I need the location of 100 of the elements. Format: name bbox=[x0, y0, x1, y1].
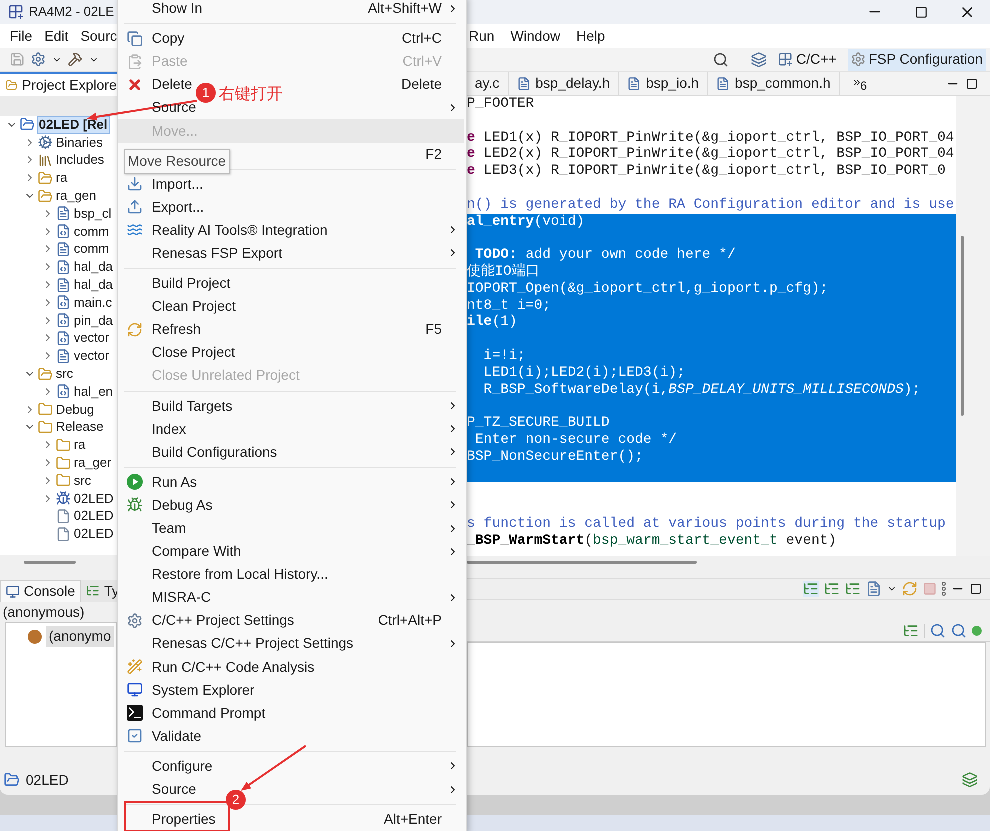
tree-item[interactable]: vector bbox=[73, 348, 110, 364]
document-icon bbox=[56, 508, 71, 524]
menu-item[interactable]: Renesas C/C++ Project Settings bbox=[152, 633, 354, 654]
menu-item[interactable]: Copy bbox=[152, 28, 185, 50]
menu-item[interactable]: Export... bbox=[152, 196, 204, 218]
menu-item[interactable]: File bbox=[10, 26, 33, 46]
tree-item[interactable]: 02LED bbox=[73, 490, 115, 507]
delete-icon bbox=[127, 76, 143, 93]
menu-item[interactable]: Run bbox=[469, 26, 495, 46]
tree-item[interactable]: ra bbox=[73, 437, 87, 454]
tree-item[interactable]: ra bbox=[55, 170, 69, 186]
grid-icon bbox=[778, 52, 794, 67]
more-tabs-button[interactable]: »6 bbox=[854, 72, 868, 94]
tree-item[interactable]: Includes bbox=[55, 152, 106, 168]
menu-item[interactable]: Window bbox=[510, 26, 560, 46]
code-editor[interactable] bbox=[467, 96, 956, 556]
hammer-icon[interactable] bbox=[68, 52, 83, 67]
search-icon[interactable] bbox=[713, 52, 730, 68]
menu-item[interactable]: MISRA-C bbox=[152, 587, 212, 608]
tree-item[interactable]: (anonymo bbox=[46, 626, 114, 647]
source-folder-icon bbox=[38, 188, 53, 204]
menu-item[interactable]: Build Project bbox=[152, 273, 231, 294]
code-line: e LED3(x) R_IOPORT_PinWrite(&g_ioport_ctrl, BSP_IO_PORT_0 bbox=[467, 163, 946, 180]
menu-item[interactable]: Clean Project bbox=[152, 296, 236, 318]
maximize-icon[interactable] bbox=[966, 78, 978, 90]
menu-item[interactable]: Team bbox=[152, 518, 186, 540]
menu-item[interactable]: Reality AI Tools® Integration bbox=[152, 220, 328, 241]
tree-item[interactable]: Debug bbox=[55, 402, 96, 418]
menu-item[interactable]: Refresh bbox=[152, 319, 202, 340]
tree-item[interactable]: hal_da bbox=[73, 259, 114, 276]
enum-icon bbox=[28, 630, 42, 644]
menu-item[interactable]: System Explorer bbox=[152, 680, 255, 701]
menu-item[interactable]: Source bbox=[152, 779, 196, 800]
menu-item[interactable]: Help bbox=[576, 26, 606, 46]
tree-item[interactable]: vector bbox=[73, 330, 110, 346]
tree-item[interactable]: ra_gen bbox=[55, 188, 98, 204]
export-icon bbox=[127, 199, 143, 216]
refresh-icon[interactable] bbox=[902, 581, 918, 597]
tree-item[interactable]: 02LED bbox=[73, 508, 115, 524]
menu-item[interactable]: Import... bbox=[152, 174, 204, 195]
tree-item[interactable]: hal_da bbox=[73, 277, 114, 294]
menu-item[interactable]: Sourc bbox=[80, 26, 118, 46]
shortcut-label: Ctrl+Alt+P bbox=[378, 611, 442, 630]
tree-item[interactable]: ra_ger bbox=[73, 455, 113, 472]
tree-item[interactable]: main.c bbox=[73, 294, 114, 311]
tree-item[interactable]: 02LED bbox=[73, 526, 115, 542]
menu-item[interactable]: Validate bbox=[152, 726, 202, 747]
menu-item[interactable]: Build Targets bbox=[152, 396, 233, 417]
tooltip: Move Resource bbox=[124, 149, 230, 174]
menu-item[interactable]: Run C/C++ Code Analysis bbox=[152, 656, 315, 678]
source-file-icon bbox=[56, 330, 71, 346]
menu-item[interactable]: Show In bbox=[152, 0, 203, 20]
menu-item[interactable]: Command Prompt bbox=[152, 702, 266, 724]
header-file-icon bbox=[56, 278, 71, 293]
code-line: Enter non-secure code */ bbox=[474, 432, 678, 448]
menu-item[interactable]: Index bbox=[152, 418, 186, 440]
code-line: P_FOOTER bbox=[467, 96, 534, 112]
source-folder-icon bbox=[38, 170, 53, 186]
tree-item[interactable]: 02LED [Rel bbox=[37, 116, 110, 134]
tree-item[interactable]: Release bbox=[55, 419, 105, 436]
menu-item[interactable]: Compare With bbox=[152, 541, 242, 562]
view-tab[interactable]: Console bbox=[0, 580, 82, 602]
folder-icon bbox=[56, 438, 71, 453]
tree-item[interactable]: comm bbox=[73, 224, 110, 240]
menu-item[interactable]: Build Configurations bbox=[152, 442, 278, 463]
menu-item[interactable]: Renesas FSP Export bbox=[152, 242, 282, 264]
scrollbar-thumb[interactable] bbox=[960, 236, 964, 416]
folder-icon bbox=[6, 78, 18, 92]
scrollbar-thumb[interactable] bbox=[24, 561, 76, 564]
code-line: i=!i; bbox=[482, 348, 526, 364]
code-line: e LED2(x) R_IOPORT_PinWrite(&g_ioport_ctrl, BSP_IO_PORT_04 bbox=[467, 146, 954, 162]
menu-item[interactable]: Run As bbox=[152, 472, 198, 493]
hierarchy-icon[interactable] bbox=[903, 622, 919, 638]
more-options-icon[interactable] bbox=[942, 582, 946, 596]
maximize-icon[interactable] bbox=[914, 6, 928, 18]
tree-item[interactable]: pin_da bbox=[73, 312, 114, 329]
tree-item[interactable]: hal_en bbox=[73, 384, 114, 400]
tree-item[interactable]: Binaries bbox=[55, 134, 104, 151]
menu-item[interactable]: Edit bbox=[44, 26, 69, 46]
menu-item[interactable]: Configure bbox=[152, 756, 213, 777]
header-file-icon bbox=[627, 76, 642, 90]
menu-item[interactable]: Close Project bbox=[152, 342, 236, 364]
tree-item[interactable]: src bbox=[73, 472, 92, 489]
code-line: BSP_NonSecureEnter(); bbox=[467, 448, 644, 465]
scrollbar-thumb[interactable] bbox=[467, 560, 697, 564]
menu-item[interactable]: Restore from Local History... bbox=[152, 564, 328, 586]
menu-item[interactable]: C/C++ Project Settings bbox=[152, 610, 294, 632]
project-folder-icon bbox=[4, 772, 20, 788]
menu-item[interactable]: Delete bbox=[152, 74, 192, 96]
tree-item[interactable]: bsp_cl bbox=[73, 206, 113, 222]
maximize-icon[interactable] bbox=[970, 583, 982, 595]
source-folder-icon bbox=[38, 366, 53, 382]
save-icon[interactable] bbox=[10, 52, 25, 67]
tree-item[interactable]: comm bbox=[73, 241, 110, 258]
menu-item[interactable]: Properties bbox=[152, 809, 216, 830]
hierarchy-icon[interactable] bbox=[803, 581, 819, 597]
perspective-button[interactable]: FSP Configuration bbox=[848, 48, 986, 70]
perspective-button[interactable]: C/C++ bbox=[775, 48, 840, 70]
tree-item[interactable]: src bbox=[55, 366, 74, 382]
menu-item[interactable]: Debug As bbox=[152, 494, 213, 516]
